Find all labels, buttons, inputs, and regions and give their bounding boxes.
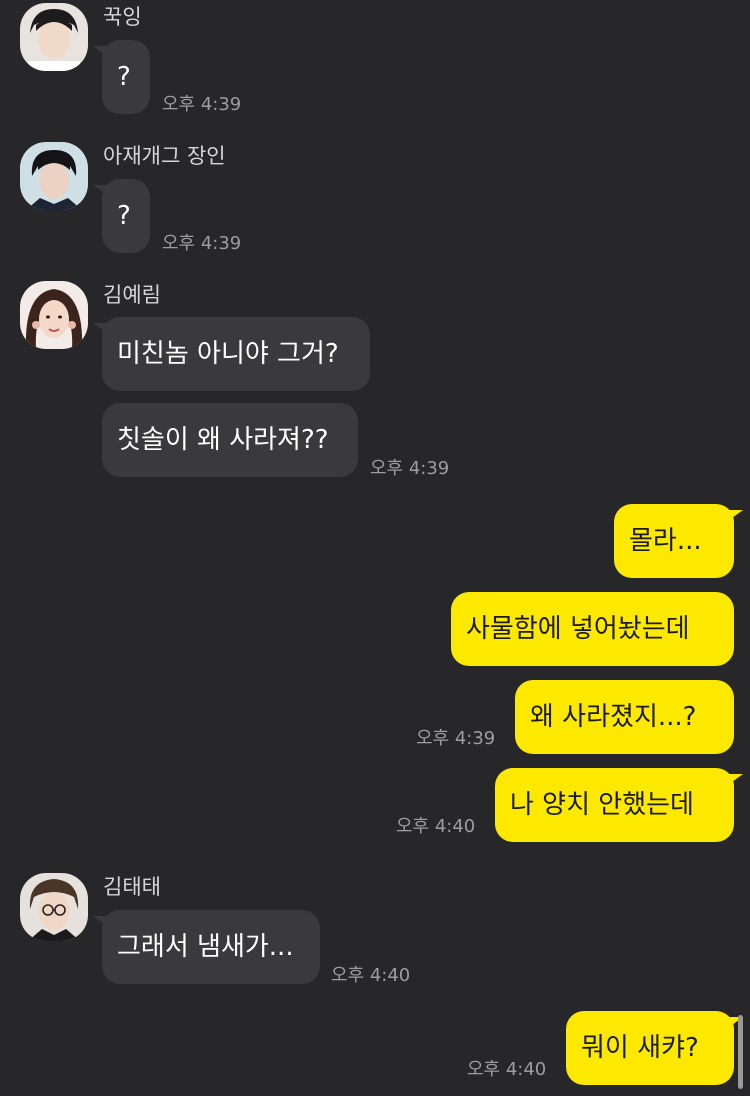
- avatar[interactable]: [20, 281, 88, 349]
- message-bubble[interactable]: 몰라...: [614, 504, 734, 578]
- message-text: 몰라...: [629, 526, 702, 556]
- message-bubble[interactable]: 나 양치 안했는데: [495, 768, 734, 842]
- message-bubble[interactable]: 그래서 냄새가...: [102, 910, 320, 984]
- timestamp: 오후 4:40: [331, 965, 411, 986]
- avatar[interactable]: [20, 873, 88, 941]
- message-bubble[interactable]: ?: [102, 179, 150, 253]
- avatar-photo-icon: [20, 873, 88, 941]
- message-bubble[interactable]: ?: [102, 40, 150, 114]
- message-bubble[interactable]: 뭐이 새캬?: [566, 1011, 734, 1085]
- avatar[interactable]: [20, 3, 88, 71]
- message-text: ?: [117, 62, 131, 92]
- message-text: 미친놈 아니야 그거?: [117, 339, 339, 369]
- avatar-photo-icon: [20, 142, 88, 210]
- message-text: 뭐이 새캬?: [581, 1033, 699, 1063]
- timestamp: 오후 4:40: [396, 816, 476, 837]
- sender-name: 아재개그 장인: [103, 144, 226, 168]
- timestamp: 오후 4:39: [370, 458, 450, 479]
- message-bubble[interactable]: 왜 사라졌지...?: [515, 680, 734, 754]
- avatar[interactable]: [20, 142, 88, 210]
- timestamp: 오후 4:40: [467, 1059, 547, 1080]
- message-bubble[interactable]: 칫솔이 왜 사라져??: [102, 403, 358, 477]
- message-text: 나 양치 안했는데: [510, 790, 694, 820]
- message-bubble[interactable]: 사물함에 넣어놨는데: [451, 592, 734, 666]
- sender-name: 김예림: [103, 283, 161, 307]
- scrollbar[interactable]: [738, 1015, 743, 1089]
- message-text: 사물함에 넣어놨는데: [466, 614, 690, 644]
- timestamp: 오후 4:39: [162, 233, 242, 254]
- message-text: ?: [117, 201, 131, 231]
- avatar-photo-icon: [20, 281, 88, 349]
- timestamp: 오후 4:39: [416, 728, 496, 749]
- message-text: 칫솔이 왜 사라져??: [117, 425, 329, 455]
- message-text: 왜 사라졌지...?: [530, 702, 697, 732]
- avatar-photo-icon: [20, 3, 88, 71]
- timestamp: 오후 4:39: [162, 94, 242, 115]
- sender-name: 꾹잉: [103, 5, 142, 29]
- message-bubble[interactable]: 미친놈 아니야 그거?: [102, 317, 370, 391]
- sender-name: 김태태: [103, 875, 161, 899]
- message-text: 그래서 냄새가...: [117, 932, 294, 962]
